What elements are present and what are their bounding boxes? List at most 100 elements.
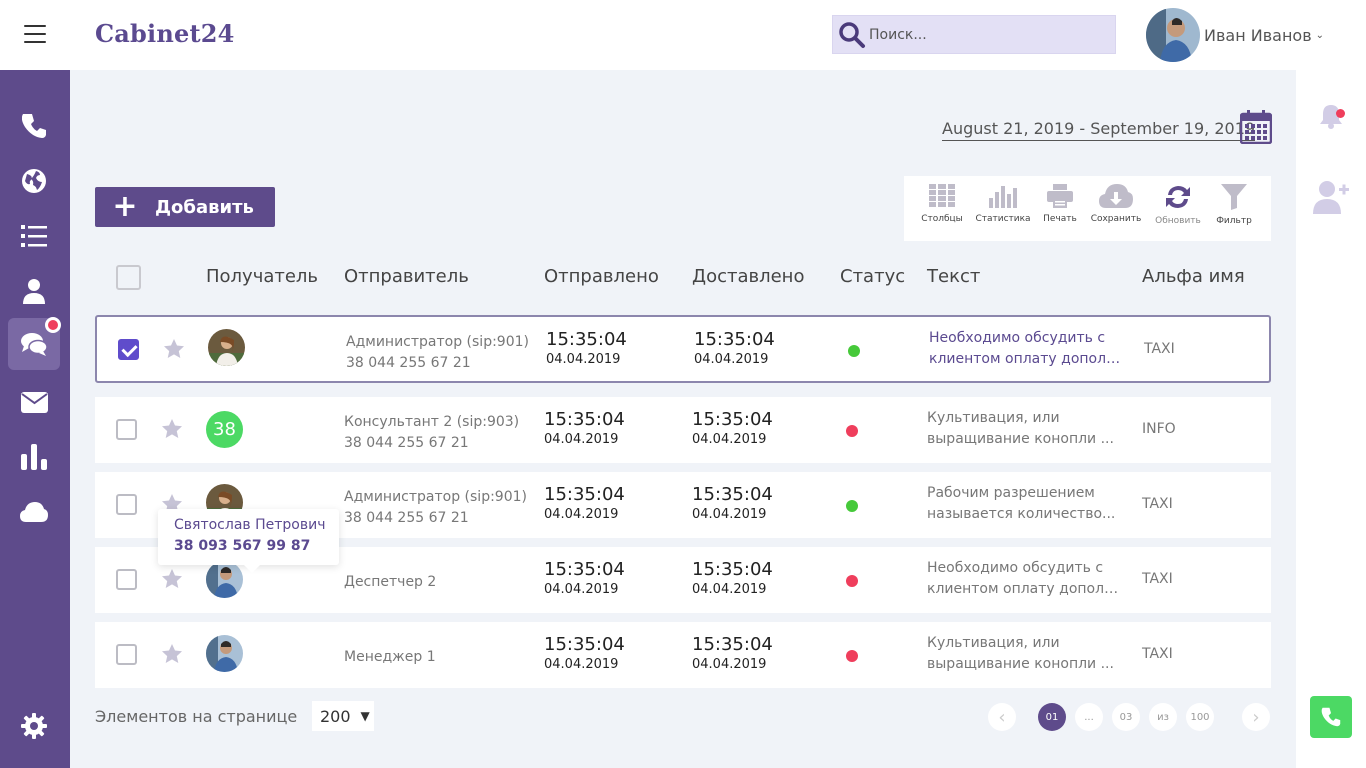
sidebar-item-list[interactable] (8, 210, 60, 262)
message-text[interactable]: Необходимо обсудить с клиентом оплату до… (927, 558, 1125, 600)
search-input[interactable] (869, 24, 1109, 46)
select-all-checkbox[interactable] (116, 265, 141, 290)
row-checkbox[interactable] (116, 419, 137, 440)
mail-icon (20, 391, 48, 413)
chevron-down-icon[interactable]: ⌄ (1316, 30, 1324, 41)
status-dot (846, 650, 858, 662)
avatar[interactable] (206, 561, 243, 598)
sidebar-item-cloud[interactable] (8, 486, 60, 538)
save-button[interactable]: Сохранить (1086, 184, 1146, 224)
sent-time: 15:35:04 (546, 329, 627, 350)
message-text[interactable]: Культивация, или выращивание конопли ... (927, 408, 1125, 450)
app-logo[interactable]: Cabinet24 (95, 19, 235, 48)
sidebar-item-contacts[interactable] (8, 265, 60, 317)
filter-button[interactable]: Фильтр (1204, 184, 1264, 226)
message-text[interactable]: Необходимо обсудить с клиентом оплату до… (929, 328, 1127, 370)
sent-time: 15:35:04 (544, 484, 625, 505)
sidebar (0, 70, 70, 768)
columns-button[interactable]: Столбцы (912, 184, 972, 224)
sidebar-item-stats[interactable] (8, 431, 60, 483)
delivered-cell: 15:35:04 04.04.2019 (692, 409, 773, 449)
print-button[interactable]: Печать (1030, 184, 1090, 224)
column-header-alpha[interactable]: Альфа имя (1142, 266, 1245, 287)
row-checkbox[interactable] (118, 339, 139, 360)
delivered-time: 15:35:04 (692, 559, 773, 580)
row-checkbox[interactable] (116, 644, 137, 665)
page-total[interactable]: 100 (1186, 703, 1214, 731)
tooltip-phone[interactable]: 38 093 567 99 87 (174, 538, 310, 554)
right-rail (1296, 70, 1366, 768)
message-text[interactable]: Культивация, или выращивание конопли ... (927, 633, 1125, 675)
star-icon[interactable] (162, 419, 182, 438)
sender-phone: 38 044 255 67 21 (344, 510, 469, 526)
message-text-line: Культивация, или (927, 410, 1060, 426)
add-button[interactable]: + Добавить (95, 187, 275, 227)
column-header-recipient[interactable]: Получатель (206, 266, 318, 287)
column-header-sent[interactable]: Отправлено (544, 266, 659, 287)
sent-date: 04.04.2019 (544, 582, 619, 597)
page-ellipsis[interactable]: ... (1075, 703, 1103, 731)
filter-label: Фильтр (1216, 216, 1252, 226)
sidebar-item-settings[interactable] (8, 700, 60, 752)
row-checkbox[interactable] (116, 569, 137, 590)
message-text[interactable]: Рабочим разрешением называется количеств… (927, 483, 1125, 525)
table-row[interactable]: Администратор (sip:901) 38 044 255 67 21… (95, 315, 1271, 383)
sent-date: 04.04.2019 (544, 507, 619, 522)
delivered-time: 15:35:04 (692, 484, 773, 505)
message-text-line: клиентом оплату дополн... (929, 351, 1127, 367)
user-name[interactable]: Иван Иванов (1204, 26, 1312, 45)
add-button-label: Добавить (155, 196, 254, 218)
top-bar: Cabinet24 Иван Иванов ⌄ (0, 0, 1366, 70)
sidebar-item-globe[interactable] (8, 155, 60, 207)
column-header-status[interactable]: Статус (840, 266, 905, 287)
per-page-select[interactable]: 200 ▼ (312, 701, 374, 731)
print-label: Печать (1043, 214, 1077, 224)
column-header-text[interactable]: Текст (927, 266, 980, 287)
user-avatar[interactable] (1146, 8, 1200, 62)
sender-name: Консультант 2 (sip:903) (344, 414, 520, 430)
message-text-line: клиентом оплату дополн ... (927, 581, 1125, 597)
alpha-name: INFO (1142, 421, 1176, 437)
sidebar-item-messages[interactable] (8, 317, 61, 370)
sidebar-item-calls[interactable] (8, 100, 60, 152)
calendar-icon[interactable] (1239, 110, 1273, 148)
row-checkbox[interactable] (116, 494, 137, 515)
next-page-button[interactable]: › (1242, 703, 1270, 731)
contact-tooltip: Святослав Петрович 38 093 567 99 87 (158, 509, 339, 573)
page-button[interactable]: 03 (1112, 703, 1140, 731)
column-header-delivered[interactable]: Доставлено (692, 266, 804, 287)
sidebar-item-mail[interactable] (8, 376, 60, 428)
date-range-picker[interactable]: August 21, 2019 - September 19, 2019 (942, 119, 1256, 141)
search-icon[interactable] (837, 20, 867, 50)
refresh-button[interactable]: Обновить (1148, 184, 1208, 226)
phone-icon (1321, 707, 1341, 727)
message-text-line: Культивация, или (927, 635, 1060, 651)
call-button[interactable] (1310, 696, 1352, 738)
star-icon[interactable] (164, 339, 184, 358)
user-menu[interactable]: Иван Иванов ⌄ (1146, 8, 1324, 62)
delivered-cell: 15:35:04 04.04.2019 (692, 484, 773, 524)
add-contact-button[interactable] (1296, 180, 1366, 214)
search-box[interactable] (832, 15, 1116, 54)
notifications-button[interactable] (1296, 103, 1366, 129)
star-icon[interactable] (162, 644, 182, 663)
sent-cell: 15:35:04 04.04.2019 (544, 409, 625, 449)
message-text-line: называется количество... (927, 506, 1116, 522)
avatar[interactable]: 38 (206, 411, 243, 448)
avatar[interactable] (206, 635, 243, 672)
caret-down-icon: ▼ (360, 709, 370, 723)
menu-icon[interactable] (24, 25, 46, 45)
chevron-right-icon: › (1252, 706, 1260, 728)
table-row[interactable]: 38 Консультант 2 (sip:903) 38 044 255 67… (95, 397, 1271, 463)
delivered-date: 04.04.2019 (692, 582, 767, 597)
delivered-time: 15:35:04 (692, 409, 773, 430)
prev-page-button[interactable]: ‹ (988, 703, 1016, 731)
alpha-name: TAXI (1142, 496, 1173, 512)
page-button[interactable]: 01 (1038, 703, 1066, 731)
avatar[interactable] (208, 329, 245, 366)
statistics-button[interactable]: Статистика (973, 184, 1033, 224)
table-row[interactable]: Менеджер 1 15:35:04 04.04.2019 15:35:04 … (95, 622, 1271, 688)
sender-cell: Администратор (sip:901) 38 044 255 67 21 (346, 332, 529, 374)
column-header-sender[interactable]: Отправитель (344, 266, 469, 287)
star-icon[interactable] (162, 569, 182, 588)
